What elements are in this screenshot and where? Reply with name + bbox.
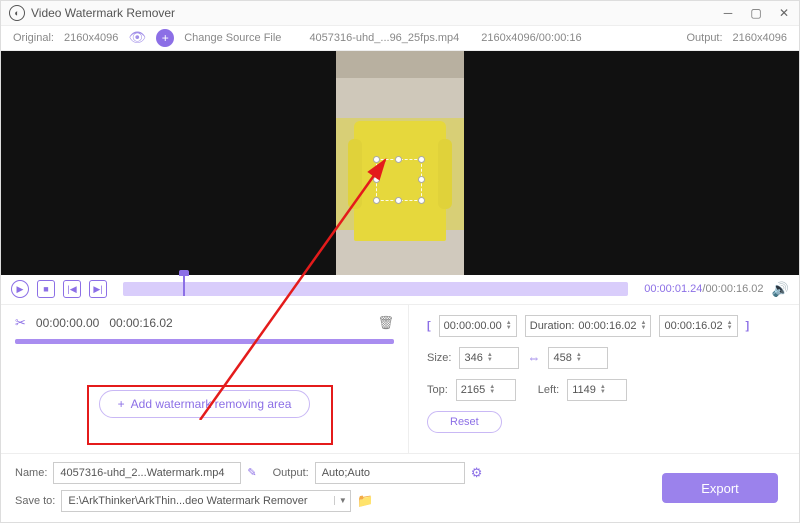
name-input[interactable]: 4057316-uhd_2...Watermark.mp4 [53,462,241,484]
delete-segment-icon[interactable]: 🗑 [377,315,394,331]
source-filename: 4057316-uhd_...96_25fps.mp4 [309,32,459,44]
range-start-input[interactable]: 00:00:00.00▲▼ [439,315,517,337]
minimize-button[interactable]: ─ [721,6,735,20]
save-to-input[interactable]: E:\ArkThinker\ArkThin...deo Watermark Re… [61,490,351,512]
source-res-time: 2160x4096/00:00:16 [481,32,581,44]
play-button[interactable]: ▶ [11,280,29,298]
size-height-input[interactable]: 458▲▼ [548,347,608,369]
time-current: 00:00:01.24 [644,283,702,295]
video-preview[interactable] [1,51,799,275]
save-to-dropdown[interactable]: ▼ [334,496,350,505]
scissors-icon[interactable]: ✂ [15,315,26,331]
preview-toggle-icon[interactable]: 👁 [128,29,146,46]
maximize-button[interactable]: ▢ [749,6,763,20]
range-end-bracket-icon[interactable]: ] [746,320,750,332]
time-total: 00:00:16.02 [705,283,763,295]
range-start-bracket-icon[interactable]: [ [427,320,431,332]
range-end-input[interactable]: 00:00:16.02▲▼ [659,315,737,337]
playhead[interactable] [183,276,185,296]
prev-frame-button[interactable]: |◀ [63,280,81,298]
left-label: Left: [538,384,559,396]
edit-name-icon[interactable]: ✎ [247,466,256,479]
properties-pane: [ 00:00:00.00▲▼ Duration:00:00:16.02▲▼ 0… [409,305,799,453]
left-input[interactable]: 1149▲▼ [567,379,627,401]
segment-pane: ✂ 00:00:00.00 00:00:16.02 🗑 + Add waterm… [1,305,409,453]
close-button[interactable]: ✕ [777,6,791,20]
output-resolution: 2160x4096 [733,32,787,44]
original-label: Original: [13,32,54,44]
timeline-scrubber[interactable] [123,282,628,296]
open-folder-icon[interactable]: 📁 [357,493,373,509]
volume-icon[interactable]: 🔊 [772,281,789,298]
annotation-highlight [87,385,333,445]
title-bar: ◐ Video Watermark Remover ─ ▢ ✕ [1,1,799,26]
output-label: Output: [686,32,722,44]
output-settings-icon[interactable]: ⚙ [471,465,483,481]
top-input[interactable]: 2165▲▼ [456,379,516,401]
window-title: Video Watermark Remover [31,6,175,20]
size-label: Size: [427,352,451,364]
app-window: ◐ Video Watermark Remover ─ ▢ ✕ Original… [0,0,800,523]
mid-row: ✂ 00:00:00.00 00:00:16.02 🗑 + Add waterm… [1,305,799,453]
link-ratio-icon[interactable]: ⇔ [527,350,540,365]
original-resolution: 2160x4096 [64,32,118,44]
save-to-label: Save to: [15,495,55,507]
output-format-label: Output: [273,467,309,479]
output-format-input[interactable]: Auto;Auto [315,462,465,484]
timecode: 00:00:01.24/00:00:16.02 [644,283,763,295]
stop-button[interactable]: ■ [37,280,55,298]
watermark-selection-box[interactable] [376,159,422,201]
change-source-label[interactable]: Change Source File [184,32,281,44]
name-label: Name: [15,467,47,479]
segment-start: 00:00:00.00 [36,316,99,330]
info-bar: Original: 2160x4096 👁 + Change Source Fi… [1,26,799,51]
top-label: Top: [427,384,448,396]
reset-button[interactable]: Reset [427,411,502,433]
next-frame-button[interactable]: ▶| [89,280,107,298]
range-duration-input[interactable]: Duration:00:00:16.02▲▼ [525,315,652,337]
app-logo-icon: ◐ [9,5,25,21]
playback-controls: ▶ ■ |◀ ▶| 00:00:01.24/00:00:16.02 🔊 [1,275,799,305]
export-button[interactable]: Export [662,473,778,503]
video-frame [336,51,464,275]
segment-end: 00:00:16.02 [109,316,172,330]
size-width-input[interactable]: 346▲▼ [459,347,519,369]
add-source-button[interactable]: + [156,29,174,47]
segment-bar[interactable] [15,339,394,344]
